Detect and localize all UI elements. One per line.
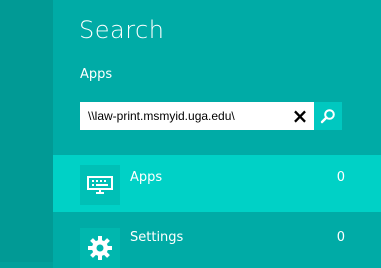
result-count-settings: 0 <box>336 230 345 245</box>
keyboard-icon <box>80 165 120 205</box>
gear-icon <box>80 228 120 268</box>
result-label-settings: Settings <box>130 230 184 245</box>
result-apps[interactable]: Apps 0 <box>53 155 381 212</box>
search-scope-label: Apps <box>80 67 113 82</box>
search-input[interactable] <box>80 102 306 130</box>
search-box: × <box>80 102 342 130</box>
result-label-apps: Apps <box>130 170 163 185</box>
search-icon <box>320 109 335 124</box>
page-title: Search <box>79 16 165 44</box>
result-count-apps: 0 <box>336 170 345 185</box>
left-strip <box>0 0 53 262</box>
close-icon: × <box>291 104 309 128</box>
clear-search-button[interactable]: × <box>287 102 313 130</box>
result-settings[interactable]: Settings 0 <box>53 218 381 268</box>
search-button[interactable] <box>314 102 342 130</box>
